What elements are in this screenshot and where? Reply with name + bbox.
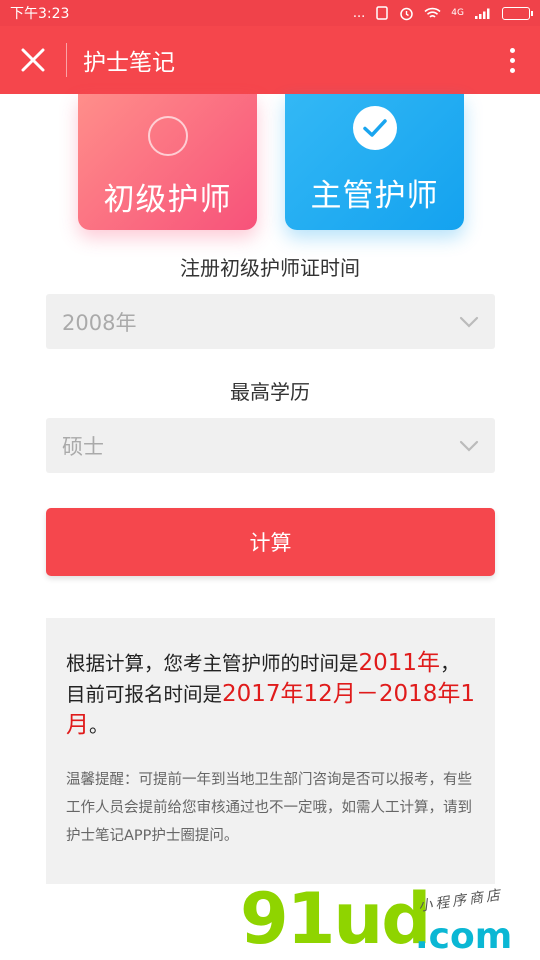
notification-dots-icon: ...	[352, 5, 366, 21]
status-icons: ... 4G	[352, 5, 533, 21]
education-label: 最高学历	[230, 380, 310, 404]
watermark-sub: 小程序商店	[417, 887, 504, 915]
alarm-icon	[400, 7, 414, 20]
card-junior-nurse[interactable]: 初级护师	[78, 94, 257, 230]
network-type-label: 4G	[451, 8, 464, 18]
nav-bar: 护士笔记	[0, 26, 540, 94]
page-title: 护士笔记	[83, 50, 175, 76]
tip-text: 温馨提醒：可提前一年到当地卫生部门咨询是否可以报考，有些工作人员会提前给您审核通…	[66, 772, 472, 844]
chevron-down-icon	[459, 316, 479, 328]
nav-divider	[66, 43, 67, 77]
radio-empty-icon	[147, 116, 188, 156]
cert-time-value: 2008年	[62, 310, 137, 335]
card-label: 主管护师	[310, 178, 439, 214]
battery-icon	[502, 6, 533, 20]
watermark-suffix: .com	[415, 916, 513, 957]
close-icon	[21, 48, 45, 72]
level-selector: 初级护师 主管护师	[0, 94, 540, 234]
card-senior-nurse[interactable]: 主管护师	[285, 94, 464, 230]
education-value: 硕士	[62, 434, 104, 459]
calculate-button[interactable]: 计算	[46, 508, 495, 576]
cert-time-select[interactable]: 2008年	[46, 294, 495, 349]
result-text: 根据计算，您考主管护师的时间是2011年，目前可报名时间是2017年12月－20…	[66, 648, 476, 741]
result-panel: 根据计算，您考主管护师的时间是2011年，目前可报名时间是2017年12月－20…	[46, 618, 495, 884]
chevron-down-icon	[459, 440, 479, 452]
watermark-main: 91ud	[240, 878, 431, 960]
sim-icon	[376, 6, 389, 20]
check-icon	[352, 106, 397, 150]
watermark-logo: 91ud 小程序商店 .com	[240, 884, 540, 960]
close-button[interactable]	[0, 26, 66, 94]
more-options-button[interactable]	[484, 26, 540, 94]
more-dot-icon	[509, 67, 515, 73]
exam-year-highlight: 2011年	[358, 650, 441, 676]
signal-icon	[475, 8, 490, 19]
more-dot-icon	[509, 57, 515, 63]
wifi-icon	[424, 7, 441, 18]
result-text-part1: 根据计算，您考主管护师的时间是	[66, 652, 359, 675]
card-label: 初级护师	[103, 182, 232, 218]
status-time: 下午3:23	[10, 6, 70, 22]
education-select[interactable]: 硕士	[46, 418, 495, 473]
status-bar: 下午3:23 ... 4G	[0, 0, 540, 26]
cert-time-label: 注册初级护师证时间	[180, 256, 360, 280]
result-text-part3: 。	[89, 714, 109, 737]
more-dot-icon	[509, 47, 515, 53]
